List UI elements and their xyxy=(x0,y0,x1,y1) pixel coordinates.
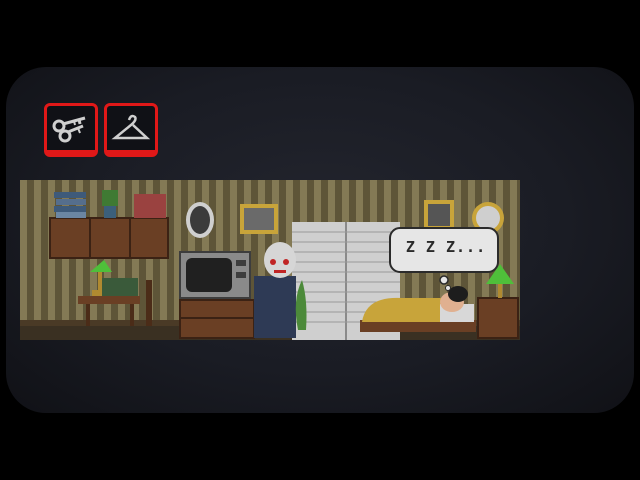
keys-icon xyxy=(47,116,95,154)
books-stack xyxy=(54,192,86,218)
hanger-icon xyxy=(107,114,155,154)
red-box xyxy=(134,194,166,218)
game-scene xyxy=(20,180,520,340)
inventory-slot-keys[interactable] xyxy=(44,103,98,157)
framed-photo-right[interactable] xyxy=(424,200,454,230)
oval-portrait[interactable] xyxy=(186,202,214,238)
nightstand[interactable] xyxy=(477,297,519,339)
inventory-slot-hanger[interactable] xyxy=(104,103,158,157)
green-briefcase[interactable] xyxy=(102,278,138,296)
tv-dresser[interactable] xyxy=(179,299,255,339)
speech-bubble-text: Z Z Z... xyxy=(405,238,487,256)
wall-cabinet[interactable] xyxy=(49,217,169,259)
framed-painting[interactable] xyxy=(240,204,278,234)
potted-plant xyxy=(102,190,118,218)
old-tv[interactable] xyxy=(179,251,251,299)
